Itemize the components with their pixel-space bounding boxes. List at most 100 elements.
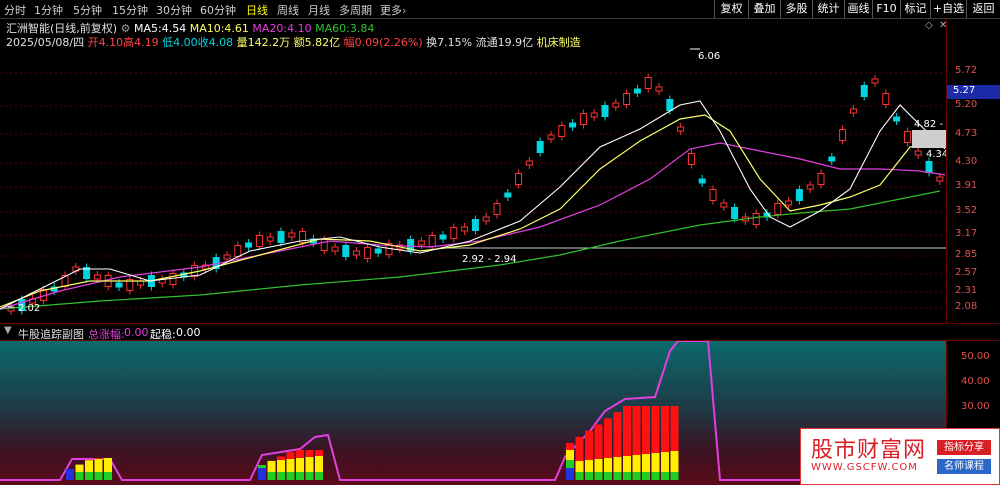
indicator-bar (75, 472, 84, 480)
indicator-bar (566, 450, 574, 460)
candle-body (633, 88, 641, 94)
draw-button[interactable]: 画线 (844, 0, 872, 18)
indicator-bar (623, 456, 631, 472)
indicator-bar (642, 472, 650, 480)
indicator-bar (594, 459, 603, 472)
indicator-bar (575, 472, 584, 480)
candle-body (687, 153, 695, 165)
period-tab-month[interactable]: 月线 (308, 2, 330, 18)
current-price-badge: 5.27 (947, 85, 1000, 99)
indicator-bar (661, 452, 669, 472)
overlay-button[interactable]: 叠加 (748, 0, 780, 18)
period-tab-5min[interactable]: 5分钟 (73, 2, 102, 18)
add-watchlist-button[interactable]: +自选 (930, 0, 966, 18)
more-label: 更多 (380, 4, 402, 17)
period-tab-fenshi[interactable]: 分时 (4, 2, 26, 18)
diamond-icon[interactable]: ◇ (925, 20, 933, 31)
candle-body (785, 200, 793, 206)
indicator-bar (594, 472, 603, 480)
candle-body (363, 247, 371, 259)
indicator-bar (632, 472, 641, 480)
candle-body (331, 246, 339, 252)
candle-body (752, 213, 760, 225)
indicator-bar (651, 453, 660, 472)
indicator-bar (670, 406, 679, 451)
indicator-bar (566, 443, 574, 450)
sub-panel-header: ▼ 牛股追踪副图 总涨幅: 0.00 起稳: 0.00 (0, 323, 1000, 341)
sub-axis-tick: 50.00 (961, 351, 990, 362)
f10-button[interactable]: F10 (872, 0, 900, 18)
period-tab-multi[interactable]: 多周期 (339, 2, 372, 18)
candle-body (806, 184, 814, 190)
indicator-bar (286, 472, 295, 480)
indicator-bar (277, 472, 285, 480)
chevron-right-icon: › (402, 4, 407, 17)
candle-body (828, 156, 836, 162)
current-price: 5.27 (953, 85, 976, 96)
indicator-bar (613, 457, 622, 472)
candle-body (925, 161, 933, 173)
indicator-bar (575, 436, 584, 461)
candle-body (277, 231, 285, 243)
watermark-tag-course: 名师课程 (937, 459, 991, 474)
indicator-bar (575, 461, 584, 472)
candle-body (709, 189, 717, 201)
indicator-bar (315, 450, 323, 456)
period-tab-more[interactable]: 更多 › (380, 2, 406, 18)
indicator-bar (277, 460, 285, 472)
period-tab-15min[interactable]: 15分钟 (112, 2, 148, 18)
indicator-bar (632, 455, 641, 472)
price-axis: ◇ ✕ 5.72 5.27 5.20 4.73 4.30 3.91 3.52 3… (925, 19, 1000, 323)
back-button[interactable]: 返回 (966, 0, 1000, 18)
period-tab-60min[interactable]: 60分钟 (200, 2, 236, 18)
candle-body (893, 116, 901, 122)
candle-body (677, 126, 685, 132)
candle-body (601, 105, 609, 117)
indicator-bar (566, 468, 574, 480)
indicator-bar (305, 450, 314, 457)
indicator-bar (75, 464, 84, 472)
indicator-bar (258, 468, 266, 480)
mark-button[interactable]: 标记 (900, 0, 930, 18)
indicator-bar (85, 460, 93, 472)
candle-body (471, 219, 479, 231)
total-gain-value: 0.00 (124, 326, 149, 339)
indicator-name[interactable]: 牛股追踪副图 (18, 326, 84, 342)
indicator-bar (286, 459, 295, 472)
price-tick: 5.72 (955, 65, 978, 76)
period-tab-week[interactable]: 周线 (277, 2, 299, 18)
candle-body (914, 150, 922, 156)
candle-body (547, 134, 555, 140)
indicator-bar (585, 460, 593, 472)
candle-body (720, 202, 728, 208)
sub-axis-tick: 30.00 (961, 401, 990, 412)
stats-button[interactable]: 统计 (812, 0, 844, 18)
period-tab-30min[interactable]: 30分钟 (156, 2, 192, 18)
indicator-bar (670, 451, 679, 472)
indicator-bar (632, 406, 641, 455)
close-icon[interactable]: ✕ (939, 20, 947, 31)
indicator-bar (642, 406, 650, 454)
indicator-bar (604, 458, 612, 472)
indicator-bar (296, 458, 304, 472)
indicator-bars (66, 406, 679, 480)
chevron-down-icon[interactable]: ▼ (4, 325, 12, 336)
kline-chart[interactable]: 6.06 2.02 2.92 - 2.94 4.82 - 4 4.34 (0, 19, 946, 323)
indicator-bar (104, 458, 112, 472)
indicator-bar (604, 418, 612, 458)
candle-body (882, 93, 890, 105)
period-tab-1min[interactable]: 1分钟 (34, 2, 63, 18)
indicator-bar (258, 465, 266, 468)
candle-body (623, 93, 631, 105)
indicator-bar (315, 472, 323, 480)
multi-stock-button[interactable]: 多股 (780, 0, 812, 18)
fuquan-button[interactable]: 复权 (714, 0, 748, 18)
grid-lines (0, 72, 946, 309)
period-tab-day[interactable]: 日线 (246, 2, 268, 18)
ma5-line (0, 100, 946, 310)
mid-annotation: 2.92 - 2.94 (462, 254, 517, 265)
total-gain-label: 总涨幅: (88, 328, 125, 341)
watermark-tag-indicator: 指标分享 (937, 440, 991, 455)
price-tick: 2.08 (955, 301, 978, 312)
candle-body (536, 141, 544, 153)
